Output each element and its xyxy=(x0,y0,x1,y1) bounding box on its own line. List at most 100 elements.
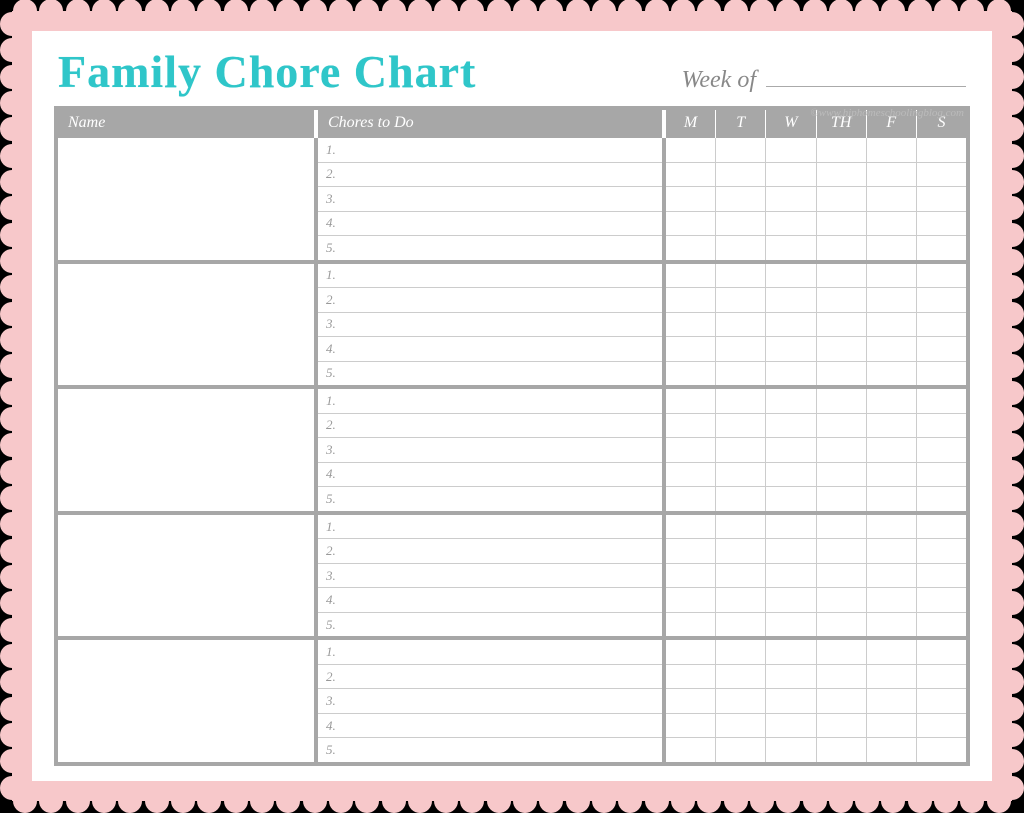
day-checkbox[interactable] xyxy=(765,313,815,337)
chore-line[interactable]: 4. xyxy=(318,714,662,739)
day-checkbox[interactable] xyxy=(715,613,765,637)
day-checkbox[interactable] xyxy=(866,414,916,438)
day-checkbox[interactable] xyxy=(765,212,815,236)
chore-line[interactable]: 4. xyxy=(318,212,662,237)
day-checkbox[interactable] xyxy=(765,665,815,689)
day-checkbox[interactable] xyxy=(866,487,916,511)
day-checkbox[interactable] xyxy=(866,236,916,260)
day-checkbox[interactable] xyxy=(715,738,765,762)
day-checkbox[interactable] xyxy=(715,539,765,563)
day-checkbox[interactable] xyxy=(715,163,765,187)
name-cell[interactable] xyxy=(58,138,318,260)
day-checkbox[interactable] xyxy=(916,689,966,713)
day-checkbox[interactable] xyxy=(866,187,916,211)
day-checkbox[interactable] xyxy=(916,564,966,588)
day-checkbox[interactable] xyxy=(666,588,715,612)
day-checkbox[interactable] xyxy=(816,564,866,588)
day-checkbox[interactable] xyxy=(866,212,916,236)
day-checkbox[interactable] xyxy=(916,640,966,664)
day-checkbox[interactable] xyxy=(715,515,765,539)
day-checkbox[interactable] xyxy=(666,337,715,361)
chore-line[interactable]: 1. xyxy=(318,264,662,289)
chore-line[interactable]: 2. xyxy=(318,539,662,564)
chore-line[interactable]: 5. xyxy=(318,738,662,762)
day-checkbox[interactable] xyxy=(715,640,765,664)
day-checkbox[interactable] xyxy=(916,337,966,361)
day-checkbox[interactable] xyxy=(715,362,765,386)
day-checkbox[interactable] xyxy=(816,539,866,563)
day-checkbox[interactable] xyxy=(765,362,815,386)
day-checkbox[interactable] xyxy=(866,337,916,361)
day-checkbox[interactable] xyxy=(816,588,866,612)
day-checkbox[interactable] xyxy=(666,313,715,337)
chore-line[interactable]: 5. xyxy=(318,236,662,260)
day-checkbox[interactable] xyxy=(765,588,815,612)
day-checkbox[interactable] xyxy=(916,236,966,260)
chore-line[interactable]: 3. xyxy=(318,187,662,212)
day-checkbox[interactable] xyxy=(666,163,715,187)
day-checkbox[interactable] xyxy=(866,588,916,612)
day-checkbox[interactable] xyxy=(765,187,815,211)
day-checkbox[interactable] xyxy=(765,487,815,511)
day-checkbox[interactable] xyxy=(816,236,866,260)
day-checkbox[interactable] xyxy=(765,264,815,288)
day-checkbox[interactable] xyxy=(666,264,715,288)
chore-line[interactable]: 1. xyxy=(318,640,662,665)
day-checkbox[interactable] xyxy=(916,665,966,689)
day-checkbox[interactable] xyxy=(866,163,916,187)
day-checkbox[interactable] xyxy=(715,689,765,713)
day-checkbox[interactable] xyxy=(816,264,866,288)
name-cell[interactable] xyxy=(58,515,318,637)
chore-line[interactable]: 2. xyxy=(318,163,662,188)
day-checkbox[interactable] xyxy=(866,463,916,487)
day-checkbox[interactable] xyxy=(866,640,916,664)
day-checkbox[interactable] xyxy=(666,564,715,588)
day-checkbox[interactable] xyxy=(715,337,765,361)
day-checkbox[interactable] xyxy=(666,414,715,438)
day-checkbox[interactable] xyxy=(916,613,966,637)
day-checkbox[interactable] xyxy=(816,138,866,162)
day-checkbox[interactable] xyxy=(816,337,866,361)
day-checkbox[interactable] xyxy=(666,362,715,386)
day-checkbox[interactable] xyxy=(816,163,866,187)
chore-line[interactable]: 2. xyxy=(318,414,662,439)
day-checkbox[interactable] xyxy=(765,438,815,462)
day-checkbox[interactable] xyxy=(765,138,815,162)
day-checkbox[interactable] xyxy=(666,288,715,312)
chore-line[interactable]: 3. xyxy=(318,564,662,589)
day-checkbox[interactable] xyxy=(765,236,815,260)
day-checkbox[interactable] xyxy=(816,714,866,738)
day-checkbox[interactable] xyxy=(765,738,815,762)
day-checkbox[interactable] xyxy=(765,414,815,438)
day-checkbox[interactable] xyxy=(816,613,866,637)
day-checkbox[interactable] xyxy=(765,539,815,563)
chore-line[interactable]: 4. xyxy=(318,337,662,362)
day-checkbox[interactable] xyxy=(715,389,765,413)
day-checkbox[interactable] xyxy=(816,414,866,438)
day-checkbox[interactable] xyxy=(916,414,966,438)
day-checkbox[interactable] xyxy=(666,389,715,413)
day-checkbox[interactable] xyxy=(666,738,715,762)
day-checkbox[interactable] xyxy=(916,714,966,738)
day-checkbox[interactable] xyxy=(715,212,765,236)
day-checkbox[interactable] xyxy=(916,438,966,462)
day-checkbox[interactable] xyxy=(816,288,866,312)
day-checkbox[interactable] xyxy=(765,689,815,713)
day-checkbox[interactable] xyxy=(866,313,916,337)
day-checkbox[interactable] xyxy=(916,738,966,762)
chore-line[interactable]: 1. xyxy=(318,515,662,540)
day-checkbox[interactable] xyxy=(715,438,765,462)
name-cell[interactable] xyxy=(58,640,318,762)
day-checkbox[interactable] xyxy=(666,487,715,511)
name-cell[interactable] xyxy=(58,389,318,511)
chore-line[interactable]: 5. xyxy=(318,362,662,386)
day-checkbox[interactable] xyxy=(765,288,815,312)
day-checkbox[interactable] xyxy=(765,515,815,539)
day-checkbox[interactable] xyxy=(916,264,966,288)
day-checkbox[interactable] xyxy=(666,613,715,637)
day-checkbox[interactable] xyxy=(916,539,966,563)
day-checkbox[interactable] xyxy=(816,463,866,487)
day-checkbox[interactable] xyxy=(866,362,916,386)
day-checkbox[interactable] xyxy=(765,613,815,637)
day-checkbox[interactable] xyxy=(666,539,715,563)
